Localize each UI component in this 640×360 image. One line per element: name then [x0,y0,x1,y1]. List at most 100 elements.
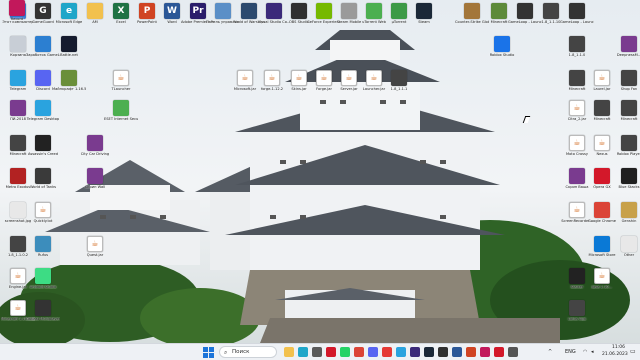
desktop-shortcut[interactable]: Скрин Wall [78,168,112,198]
java-icon: ☕ [366,70,382,86]
taskbar-search[interactable]: ⌕ Поиск [219,346,277,358]
java-icon: ☕ [113,70,129,86]
desktop-shortcut[interactable]: Battle.net [52,36,86,66]
assassins-creed-icon [35,135,51,151]
shortcut-label: City Car Driving [80,152,110,156]
shortcut-label: 1.8_1.1.1 [390,87,408,91]
desktop-shortcut[interactable]: Outlast Multiplayer [26,300,60,330]
desktop-shortcut[interactable]: Other [612,236,640,266]
discord-icon[interactable] [368,347,378,357]
obs-icon[interactable] [438,347,448,357]
desktop-shortcut[interactable]: DeepnessM... [612,36,640,66]
desktop-shortcut[interactable]: Genshin [612,202,640,232]
minecraft-icon [491,3,507,19]
clock-date[interactable]: 21.06.2023 [602,352,628,357]
java-icon: ☕ [569,202,585,218]
yandex-icon[interactable] [382,347,392,357]
explorer-icon[interactable] [284,347,294,357]
desktop-shortcut[interactable]: ☕ Quest.jar [78,236,112,266]
tray-chevron-icon[interactable]: ^ [548,349,552,355]
desktop-shortcut[interactable]: Rufus [26,236,60,266]
desktop-shortcut[interactable]: ☕ Java 1.10... [585,268,619,298]
desktop-shortcut[interactable]: 1.8_1.1.0 [560,36,594,66]
desktop-shortcut[interactable]: Shop Fan [612,70,640,100]
java-icon: ☕ [35,202,51,218]
file-icon [621,236,637,252]
desktop-shortcut[interactable]: City Car Driving [78,135,112,165]
desktop-shortcut[interactable]: ESET Internet Security [104,100,138,130]
desktop-shortcut[interactable]: Android Studio [26,268,60,298]
desktop-shortcut[interactable]: 1.8_1.1.1 [382,70,416,100]
shortcut-label: Shop Fan [620,87,638,91]
java-icon: ☕ [264,70,280,86]
android-icon [35,268,51,284]
java-icon: ☕ [594,135,610,151]
record-icon[interactable] [480,347,490,357]
desktop-shortcut[interactable]: GameLoop - Launcher [560,3,594,33]
steam-icon[interactable] [424,347,434,357]
edge-icon[interactable] [298,347,308,357]
recycle-bin-icon [10,36,26,52]
premiere-icon: Pr [190,3,206,19]
desktop-shortcut[interactable]: Minecraft [612,100,640,130]
desktop-shortcut[interactable]: Assassin's Creed [26,135,60,165]
desktop-shortcut[interactable]: ☕ Quickly.txt [26,202,60,232]
shortcut-label: Genshin [621,219,637,223]
opera-icon[interactable] [494,347,504,357]
rufus-icon [35,236,51,252]
search-placeholder: Поиск [232,349,250,355]
shortcut-label: World of Tanks [29,185,57,189]
desktop-shortcut[interactable]: ☕ TLauncher [104,70,138,100]
game-icon [517,3,533,19]
volume-icon[interactable]: ◂ [591,349,594,355]
discord-icon [35,70,51,86]
vs-icon[interactable] [410,347,420,357]
csgo-icon [464,3,480,19]
opera-icon [594,168,610,184]
chrome-icon[interactable] [354,347,364,357]
bluestacks-icon [621,168,637,184]
desktop-shortcut[interactable]: Roblox Player [612,135,640,165]
game-icon[interactable] [508,347,518,357]
winrar-icon [621,36,637,52]
minecraft-skin-icon [594,100,610,116]
search-icon: ⌕ [224,349,228,356]
desktop-shortcut[interactable]: Blue Stacks [612,168,640,198]
utorrent-icon [366,3,382,19]
shortcut-label: Roblox Studio [489,53,515,57]
desktop-shortcut[interactable]: Record [0,0,34,30]
geforce-icon [316,3,332,19]
desktop-shortcut[interactable]: Roblox Studio [485,36,519,66]
shortcut-label: Quickly.txt [33,219,53,223]
genshin-icon [621,202,637,218]
whatsapp-icon[interactable] [340,347,350,357]
shortcut-label: Other [623,253,635,257]
wifi-icon[interactable]: ◠ [583,349,587,355]
telegram-icon[interactable] [396,347,406,357]
desktop-shortcut[interactable]: Telegram Desktop [26,100,60,130]
shortcut-label: Скрин Wall [84,185,106,189]
telegram-icon [10,70,26,86]
minecraft-skin-icon [621,100,637,116]
excel-icon: X [113,3,129,19]
minecraft-skin-icon [569,36,585,52]
word-icon[interactable] [452,347,462,357]
notifications-icon[interactable]: ▭ [630,348,636,355]
word-icon: W [164,3,180,19]
shortcut-label: GameLoop - Launcher [560,20,594,24]
desktop-shortcut[interactable]: Майнкрафт 1.16.5 [52,70,86,100]
shortcut-label: Blue Stacks [618,185,640,189]
clock-time[interactable]: 11:06 [612,345,625,350]
java-icon: ☕ [569,100,585,116]
opera-icon[interactable] [326,347,336,357]
language-indicator[interactable]: ENG [565,349,576,355]
desktop-shortcut[interactable]: World of Tanks [26,168,60,198]
gamepad-icon[interactable] [312,347,322,357]
shortcut-label: Telegram Desktop [26,117,60,121]
start-button[interactable] [203,347,214,358]
desktop-shortcut[interactable]: Steam [407,3,441,33]
desktop[interactable]: Этот компьютер G GameGuard e Microsoft Edge A… [0,0,640,343]
powerpoint-icon[interactable] [466,347,476,357]
desktop-shortcut[interactable]: Lotus App [560,300,594,330]
shortcut-label: Rufus [37,253,49,257]
